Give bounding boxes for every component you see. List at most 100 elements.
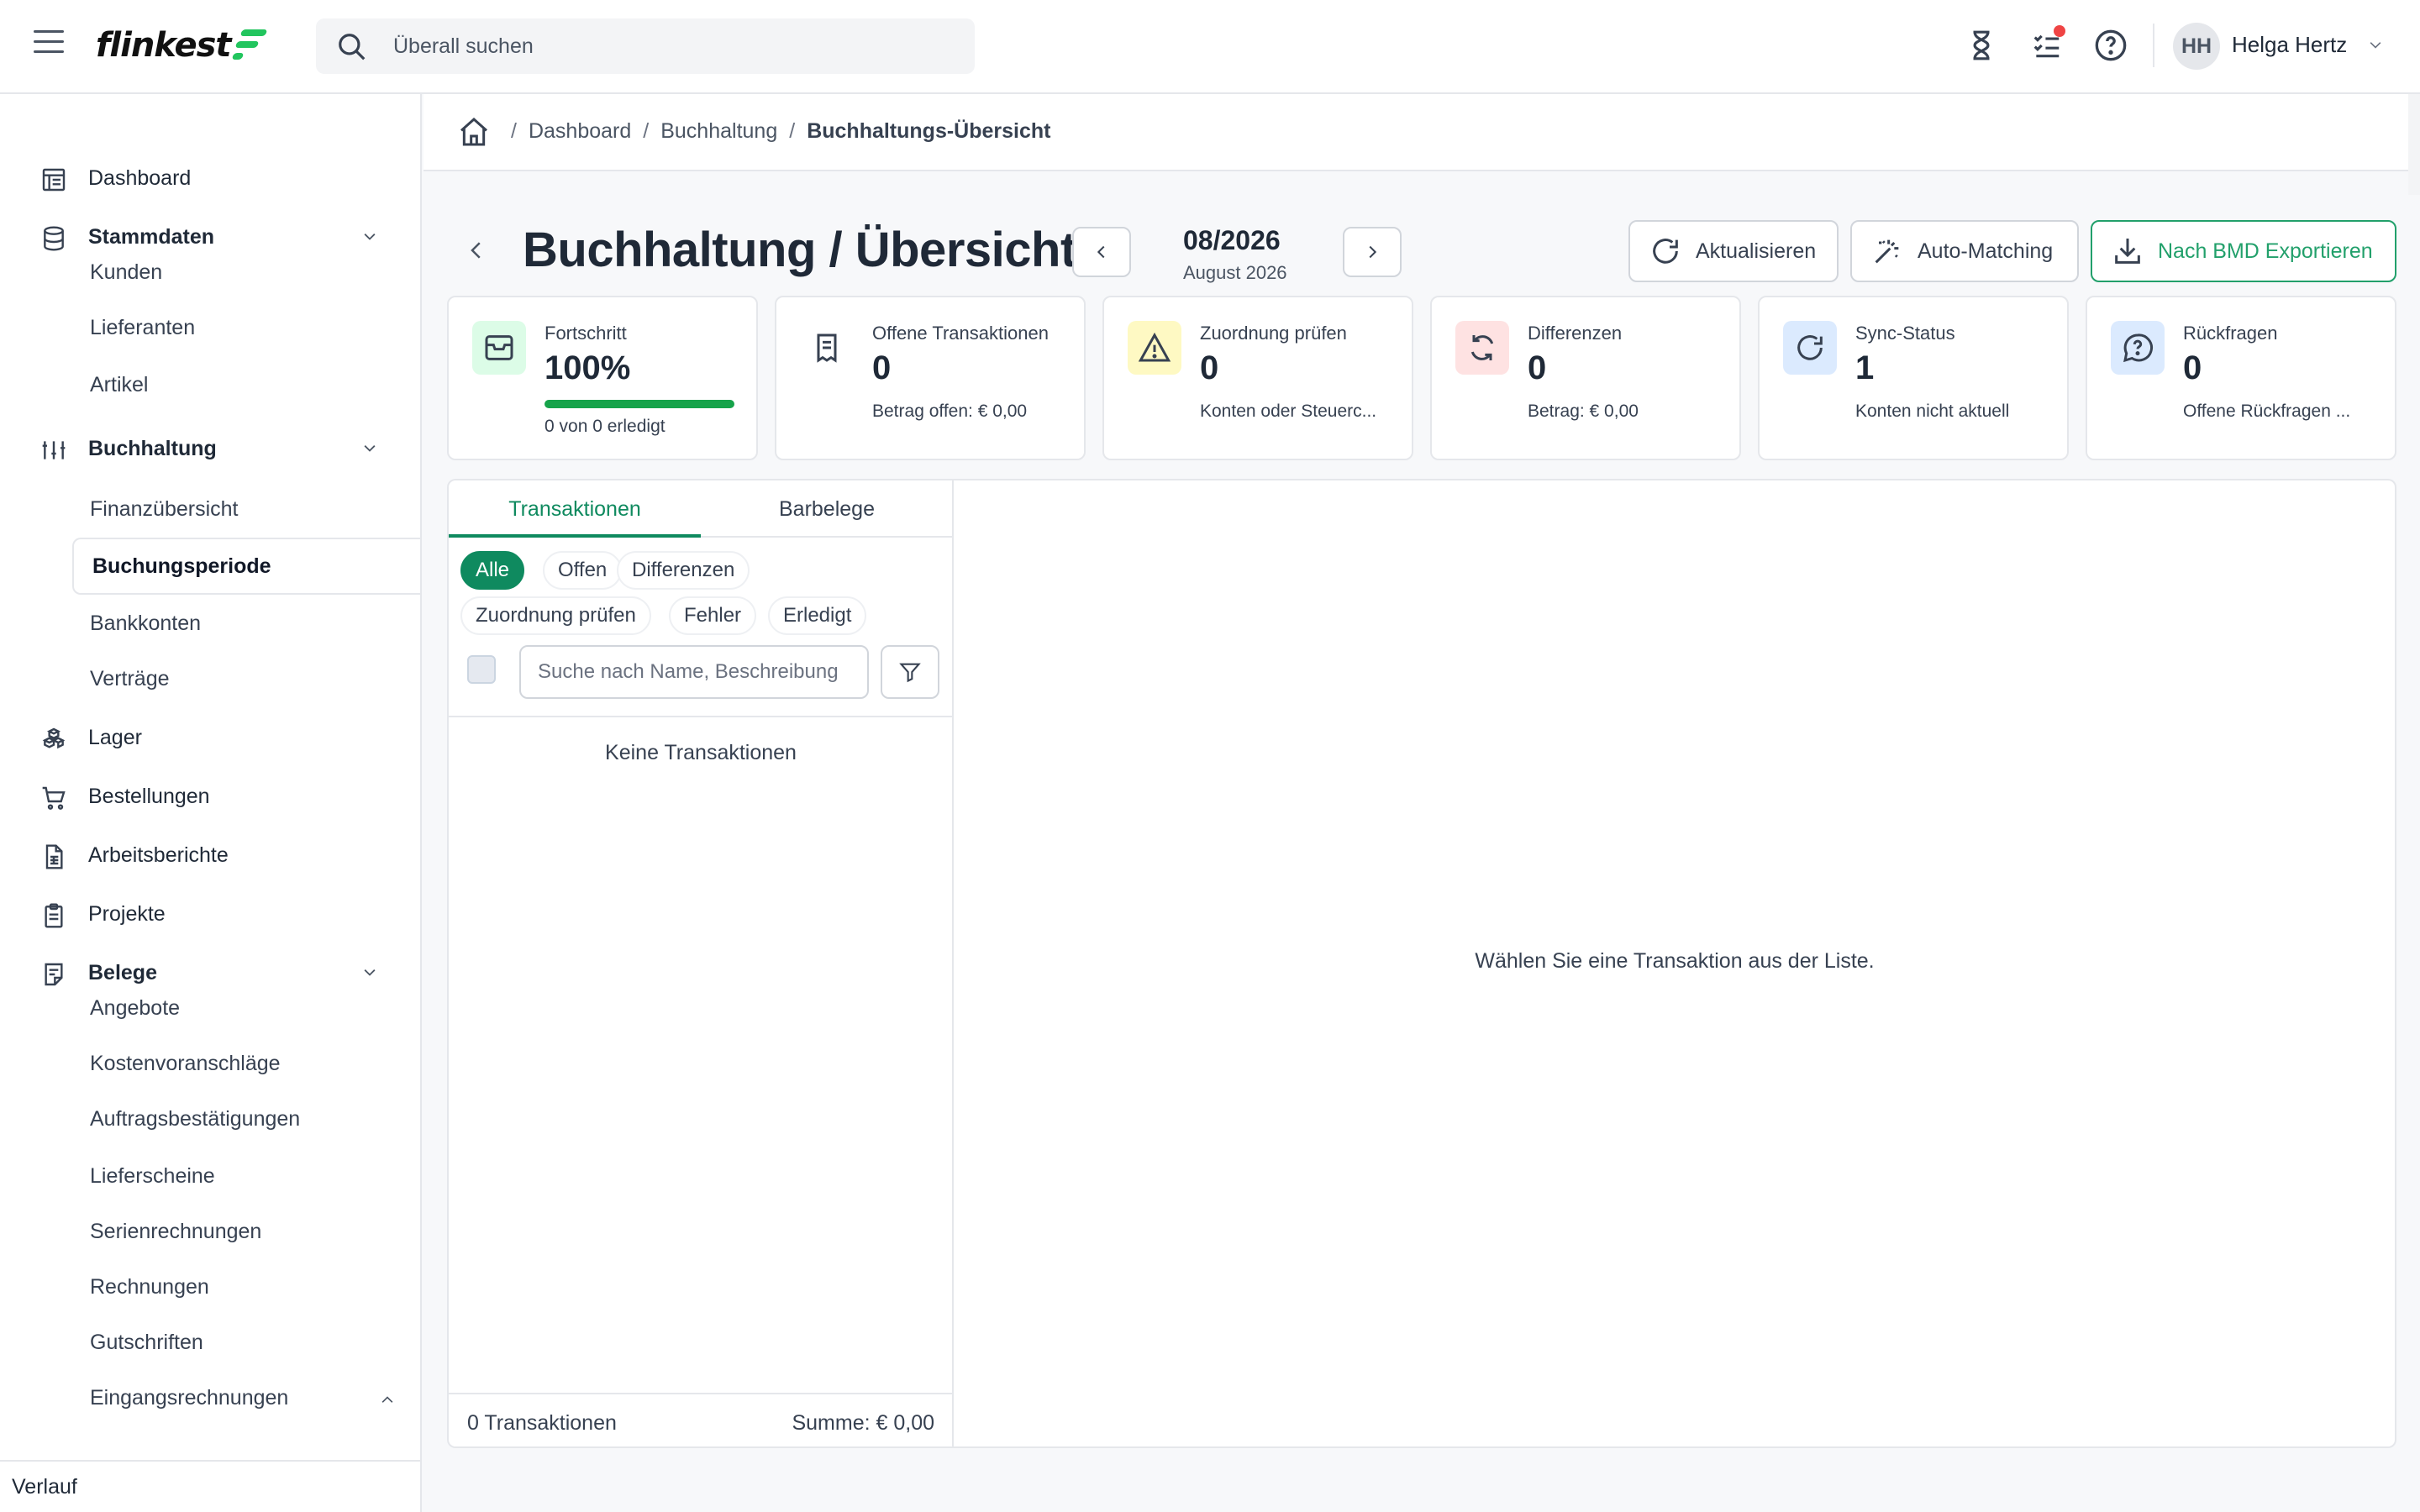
chevron-down-icon[interactable] [360,228,380,245]
home-icon[interactable] [457,114,491,150]
sidebar-item-rechnungen[interactable]: Rechnungen [72,1262,420,1312]
sidebar-item-dashboard[interactable]: Dashboard [0,155,420,202]
cart-icon [42,786,66,810]
sidebar: Dashboard Stammdaten Kunden Lieferanten … [0,94,422,1512]
sidebar-item-arbeitsberichte[interactable]: Arbeitsberichte [0,832,420,879]
auto-matching-label: Auto-Matching [1918,239,2054,263]
stat-title: Offene Transaktionen [872,323,1049,344]
chevron-down-icon[interactable] [2365,37,2386,54]
chevron-down-icon[interactable] [360,964,380,981]
verlauf-label: Verlauf [12,1475,77,1499]
filter-fehler[interactable]: Fehler [669,596,757,635]
page-title: Buchhaltung / Übersicht [523,223,1076,277]
stat-subtitle: Betrag offen: € 0,00 [872,402,1028,421]
help-icon[interactable] [2091,25,2131,66]
sidebar-item-label: Angebote [90,995,181,1020]
sidebar-item-serienrechnungen[interactable]: Serienrechnungen [72,1206,420,1257]
tasks-icon[interactable] [2027,25,2067,66]
chevron-down-icon[interactable] [360,440,380,457]
sidebar-item-lieferanten[interactable]: Lieferanten [72,302,420,353]
menu-icon[interactable] [34,30,64,60]
breadcrumb-buchhaltung[interactable]: Buchhaltung [660,119,777,144]
search-input[interactable] [393,18,948,74]
stat-subtitle: Offene Rückfragen ... [2183,402,2351,421]
hourglass-icon[interactable] [1961,25,2002,66]
transaction-list-panel: Transaktionen Barbelege Alle Offen Diffe… [447,479,953,1448]
stat-card-fortschritt[interactable]: Fortschritt 100% 0 von 0 erledigt [447,296,758,460]
refresh-icon [1783,321,1837,375]
sidebar-item-bestellungen[interactable]: Bestellungen [0,773,420,820]
stat-subtitle: 0 von 0 erledigt [544,417,666,436]
sidebar-item-projekte[interactable]: Projekte [0,890,420,937]
breadcrumb-dashboard[interactable]: Dashboard [529,119,631,144]
previous-period-button[interactable] [1072,227,1131,277]
tab-transaktionen[interactable]: Transaktionen [449,480,701,538]
sidebar-item-buchhaltung[interactable]: Buchhaltung [0,425,420,472]
sync-icon [1455,321,1509,375]
sidebar-item-artikel[interactable]: Artikel [72,360,420,410]
filter-zuordnung-pruefen[interactable]: Zuordnung prüfen [460,596,651,635]
sidebar-item-label: Finanzübersicht [90,496,239,521]
logo-text: flinkest [96,26,232,65]
select-all-checkbox[interactable] [467,655,496,684]
sidebar-item-label: Eingangsrechnungen [90,1385,289,1410]
sidebar-item-label: Belege [88,960,157,984]
auto-matching-button[interactable]: Auto-Matching [1850,220,2079,282]
filter-differenzen[interactable]: Differenzen [617,551,750,590]
magic-wand-icon [1875,239,1899,264]
stat-card-differenzen[interactable]: Differenzen 0 Betrag: € 0,00 [1430,296,1741,460]
progress-bar [544,400,734,408]
sidebar-item-finanzuebersicht[interactable]: Finanzübersicht [72,484,420,534]
stat-card-sync-status[interactable]: Sync-Status 1 Konten nicht aktuell [1758,296,2069,460]
page-scrollbar[interactable] [2408,94,2420,195]
filter-erledigt[interactable]: Erledigt [768,596,867,635]
filter-button[interactable] [881,645,939,699]
chevron-up-icon[interactable] [376,1391,398,1408]
sidebar-item-gutschriften[interactable]: Gutschriften [72,1317,420,1368]
sidebar-item-eingangsrechnungen[interactable]: Eingangsrechnungen [72,1373,420,1423]
sidebar-item-kunden[interactable]: Kunden [72,247,420,297]
filter-alle[interactable]: Alle [460,551,525,590]
filter-offen[interactable]: Offen [543,551,623,590]
breadcrumb-separator: / [789,119,796,143]
sidebar-item-label: Kostenvoranschläge [90,1051,281,1075]
warning-icon [1128,321,1181,375]
user-name[interactable]: Helga Hertz [2232,32,2347,58]
sidebar-item-vertraege[interactable]: Verträge [72,654,420,704]
sidebar-footer-verlauf[interactable]: Verlauf [0,1460,420,1512]
download-icon [2115,239,2140,264]
transaction-search-input[interactable] [519,645,869,699]
chevron-left-icon [1097,245,1105,259]
tab-barbelege[interactable]: Barbelege [701,480,953,538]
sidebar-item-bankkonten[interactable]: Bankkonten [72,598,420,648]
back-chevron-icon[interactable] [464,237,489,264]
logo[interactable]: flinkest [96,22,268,69]
sidebar-item-buchungsperiode[interactable]: Buchungsperiode [72,538,420,595]
sidebar-item-label: Stammdaten [88,224,215,249]
dashboard-icon [42,168,66,192]
sidebar-item-label: Bankkonten [90,611,202,635]
stat-subtitle: Konten oder Steuerc... [1200,402,1377,421]
sidebar-item-angebote[interactable]: Angebote [72,983,420,1033]
stat-card-offene-transaktionen[interactable]: Offene Transaktionen 0 Betrag offen: € 0… [775,296,1086,460]
avatar[interactable]: HH [2173,23,2220,70]
notification-dot [2054,25,2065,37]
refresh-button[interactable]: Aktualisieren [1628,220,1839,282]
sidebar-item-lieferscheine[interactable]: Lieferscheine [72,1151,420,1201]
next-period-button[interactable] [1343,227,1402,277]
sidebar-item-auftragsbestaetigungen[interactable]: Auftragsbestätigungen [72,1094,420,1144]
stat-card-rueckfragen[interactable]: Rückfragen 0 Offene Rückfragen ... [2086,296,2396,460]
global-search [316,18,975,74]
export-bmd-button[interactable]: Nach BMD Exportieren [2091,220,2396,282]
stat-card-zuordnung-pruefen[interactable]: Zuordnung prüfen 0 Konten oder Steuerc..… [1102,296,1413,460]
stat-subtitle: Betrag: € 0,00 [1528,402,1639,421]
sidebar-item-label: Verträge [90,666,170,690]
stat-title: Zuordnung prüfen [1200,323,1347,344]
chevron-right-icon [1369,245,1377,259]
sidebar-item-kostenvoranschlaege[interactable]: Kostenvoranschläge [72,1038,420,1089]
sliders-icon [42,441,66,459]
period-label: August 2026 [1183,262,1287,283]
sidebar-item-label: Lieferanten [90,315,196,339]
database-icon [44,226,64,251]
sidebar-item-lager[interactable]: Lager [0,714,420,761]
